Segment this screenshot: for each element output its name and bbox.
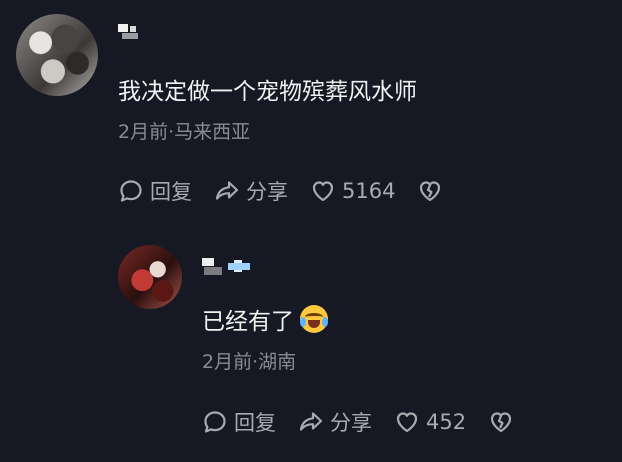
comment-actions: 回复 分享 5164 — [118, 176, 465, 206]
broken-heart-icon — [490, 412, 512, 433]
like-button[interactable]: 452 — [394, 409, 466, 435]
like-count: 452 — [426, 410, 467, 434]
comment-meta: 2月前·马来西亚 — [118, 121, 251, 143]
share-icon — [299, 412, 323, 431]
share-label: 分享 — [330, 411, 372, 435]
username-blurred[interactable] — [118, 24, 142, 42]
dislike-button[interactable] — [488, 409, 514, 435]
like-button[interactable]: 5164 — [310, 178, 395, 204]
reply-label: 回复 — [150, 180, 192, 204]
comment-text: 我决定做一个宠物殡葬风水师 — [118, 79, 417, 105]
share-label: 分享 — [246, 180, 288, 204]
reply-button[interactable]: 回复 — [118, 176, 192, 206]
comment-icon — [204, 411, 226, 433]
share-button[interactable]: 分享 — [214, 176, 288, 206]
avatar[interactable] — [118, 245, 182, 309]
share-button[interactable]: 分享 — [298, 407, 372, 437]
crying-laughing-emoji — [300, 305, 328, 333]
like-count: 5164 — [342, 179, 396, 203]
broken-heart-icon — [420, 181, 441, 202]
comment-text-content: 已经有了 — [202, 309, 294, 335]
avatar[interactable] — [16, 14, 98, 96]
comment-icon — [120, 180, 142, 202]
reply-label: 回复 — [234, 411, 276, 435]
heart-icon — [396, 412, 418, 433]
heart-icon — [312, 181, 334, 202]
comment-meta: 2月前·湖南 — [202, 351, 297, 373]
reply-button[interactable]: 回复 — [202, 407, 276, 437]
share-icon — [215, 181, 239, 200]
comment-text: 已经有了 — [202, 302, 328, 336]
comment-actions: 回复 分享 452 — [202, 407, 536, 437]
username-blurred[interactable] — [202, 258, 256, 276]
dislike-button[interactable] — [417, 178, 443, 204]
